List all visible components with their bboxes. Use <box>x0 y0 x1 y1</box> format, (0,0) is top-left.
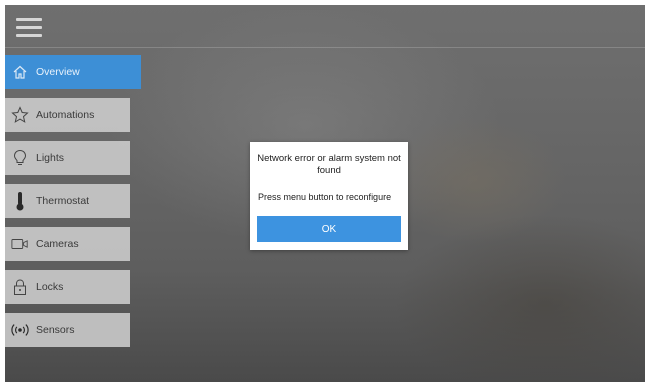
sidebar-item-label: Thermostat <box>36 195 90 207</box>
sidebar-item-thermostat[interactable]: Thermostat <box>5 184 130 218</box>
sidebar-item-label: Locks <box>36 281 64 293</box>
sidebar-item-label: Lights <box>36 152 65 164</box>
sidebar-item-locks[interactable]: Locks <box>5 270 130 304</box>
lock-icon <box>11 278 29 296</box>
sidebar-item-label: Cameras <box>36 238 79 250</box>
ok-button[interactable]: OK <box>257 216 401 242</box>
sidebar-item-overview[interactable]: Overview <box>5 55 141 89</box>
sidebar-item-label: Overview <box>36 66 80 78</box>
hamburger-line <box>16 18 42 21</box>
app-screen: Overview Automations Lights Thermostat C <box>5 5 645 382</box>
dialog-message: Network error or alarm system not found <box>257 153 401 176</box>
sidebar-item-sensors[interactable]: Sensors <box>5 313 130 347</box>
hamburger-menu-icon[interactable] <box>16 18 42 38</box>
top-bar <box>5 5 645 48</box>
sidebar-item-lights[interactable]: Lights <box>5 141 130 175</box>
hamburger-line <box>16 26 42 29</box>
star-icon <box>11 106 29 124</box>
camera-icon <box>11 235 29 253</box>
hamburger-line <box>16 34 42 37</box>
sidebar-item-label: Sensors <box>36 324 75 336</box>
sidebar-item-cameras[interactable]: Cameras <box>5 227 130 261</box>
thermometer-icon <box>11 192 29 211</box>
lightbulb-icon <box>11 149 29 167</box>
sidebar-item-label: Automations <box>36 109 95 121</box>
dialog-instruction: Press menu button to reconfigure <box>258 192 392 202</box>
sidebar-item-automations[interactable]: Automations <box>5 98 130 132</box>
home-icon <box>11 63 29 81</box>
error-dialog: Network error or alarm system not found … <box>250 142 408 250</box>
sensor-icon <box>11 321 29 339</box>
